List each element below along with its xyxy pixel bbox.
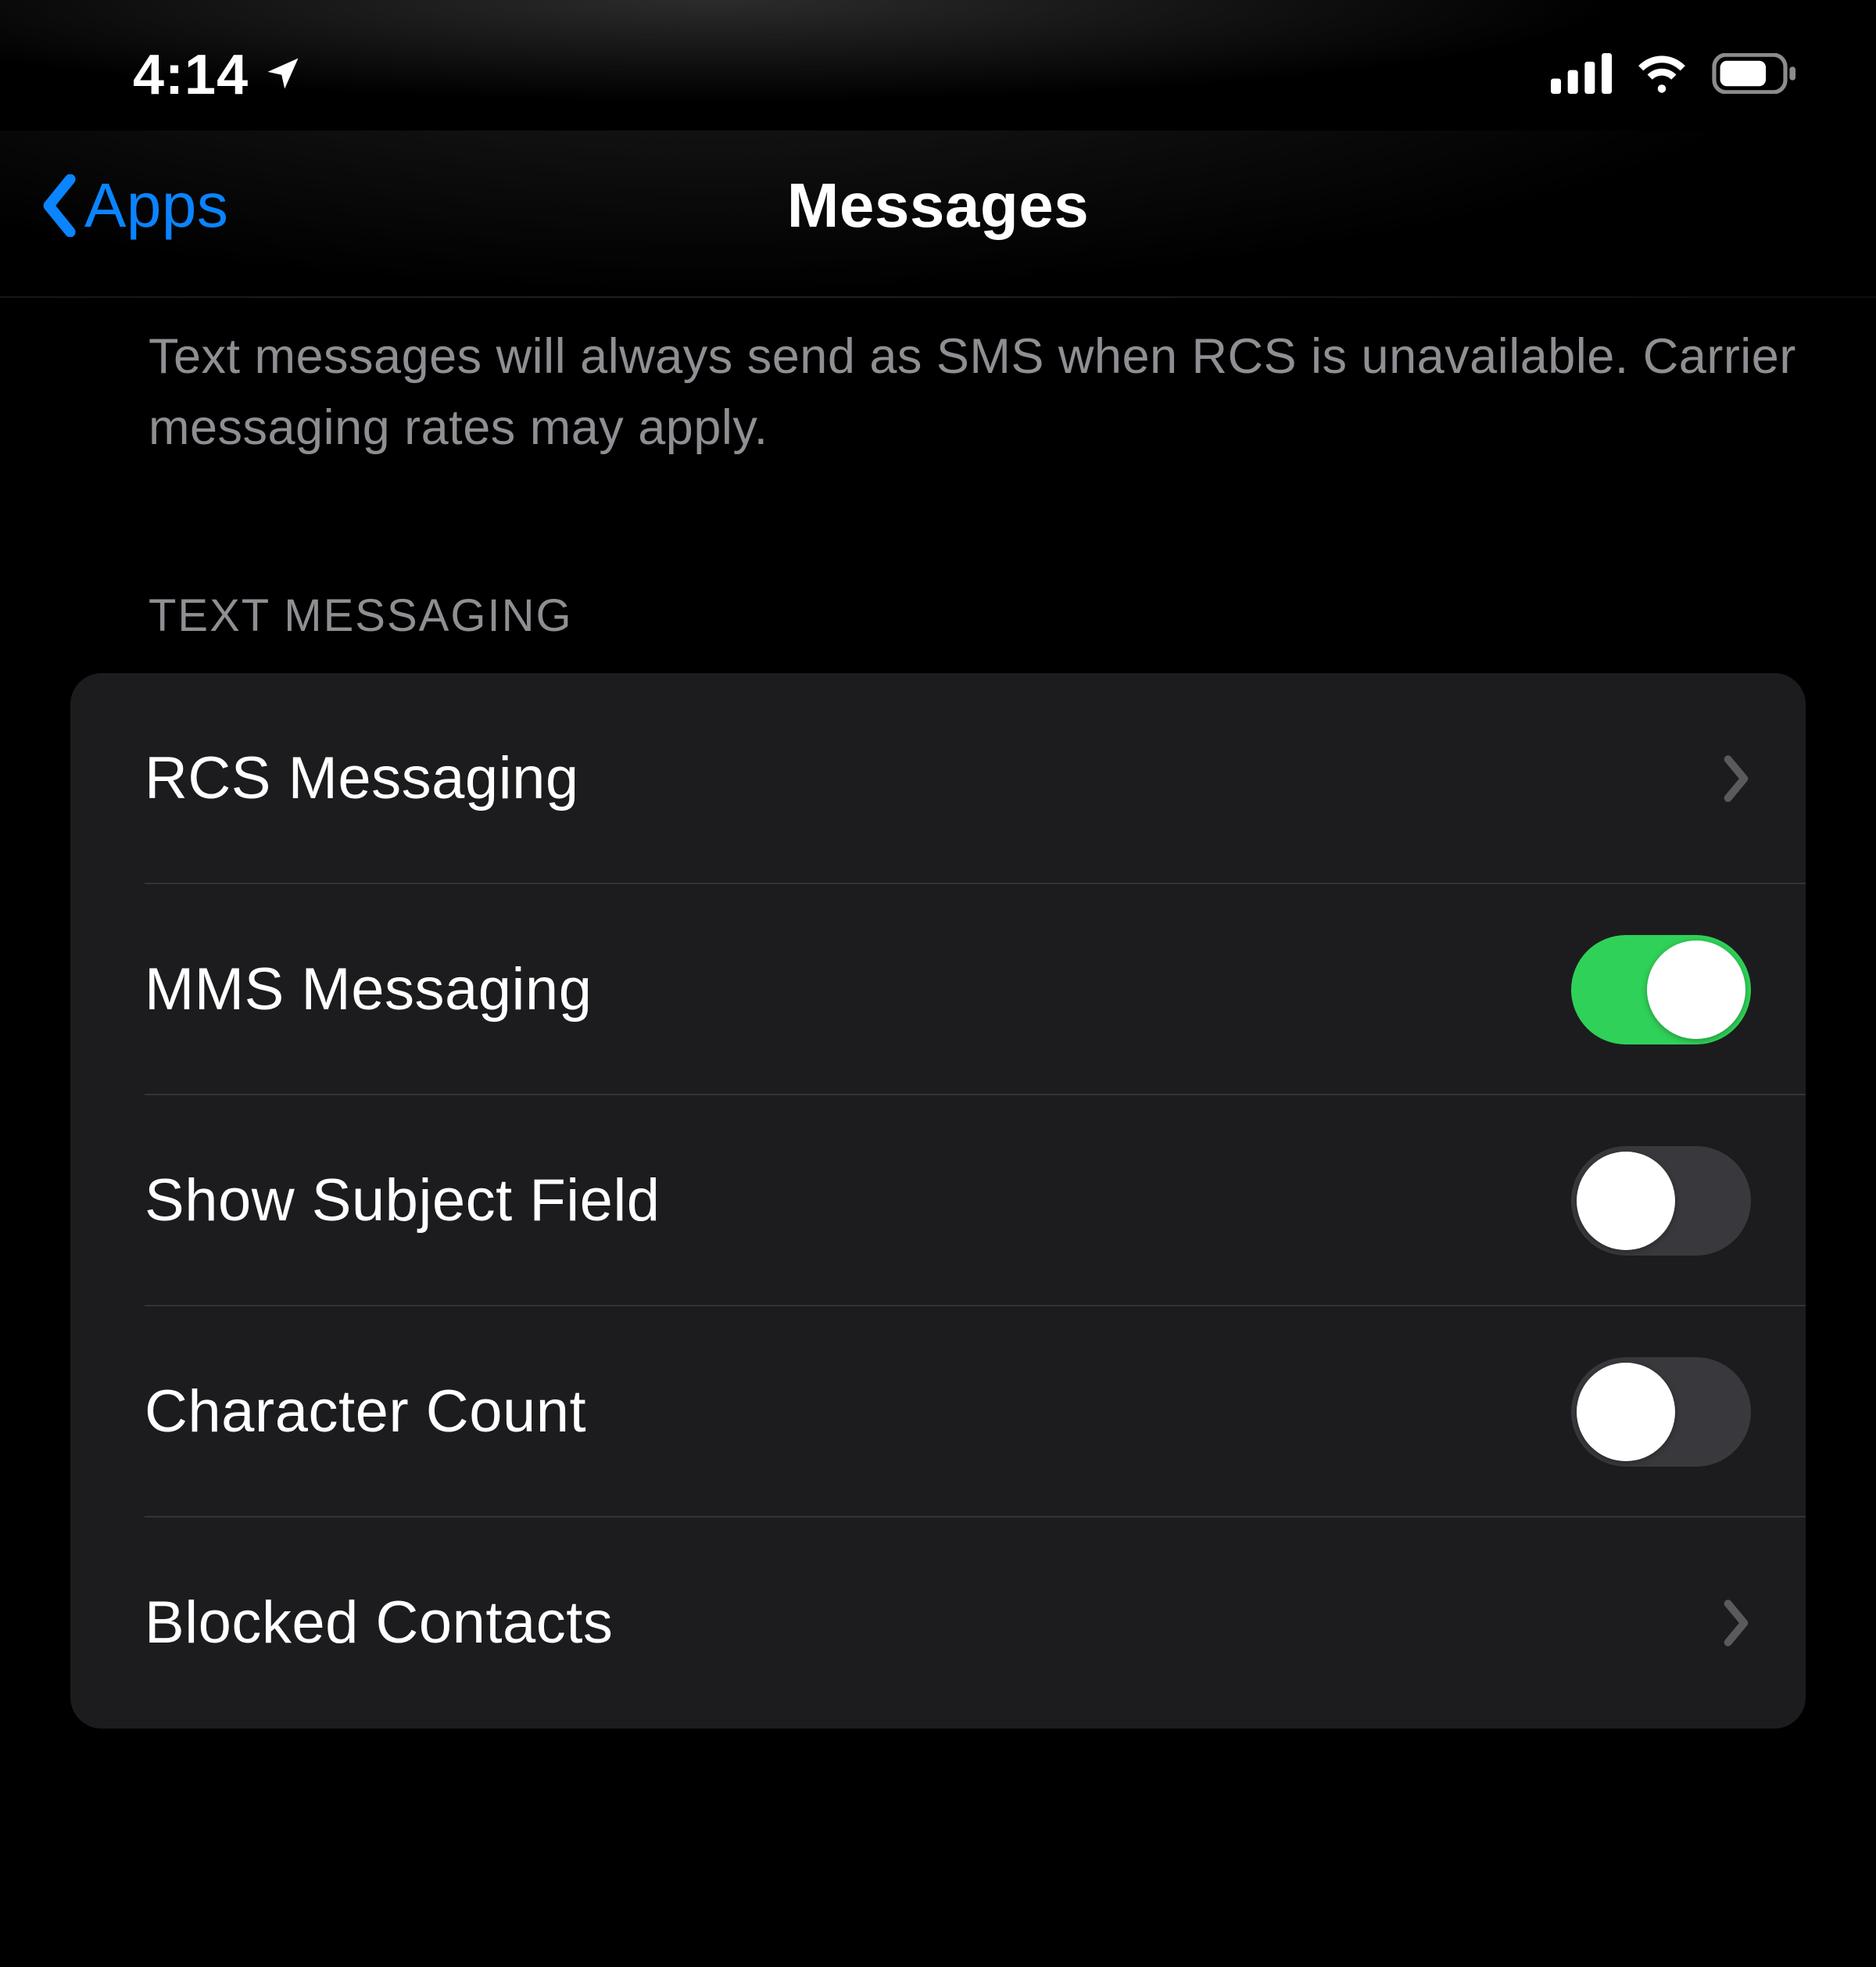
row-show-subject-field[interactable]: Show Subject Field: [70, 1095, 1806, 1306]
row-label: Blocked Contacts: [145, 1589, 613, 1657]
chevron-right-icon: [1721, 754, 1751, 803]
toggle-knob: [1647, 941, 1745, 1039]
battery-icon: [1712, 53, 1798, 98]
row-rcs-messaging[interactable]: RCS Messaging: [70, 673, 1806, 884]
back-label: Apps: [84, 170, 228, 242]
cellular-icon: [1551, 53, 1612, 98]
settings-group: RCS Messaging MMS Messaging Show Subject…: [70, 673, 1806, 1729]
section-description: Text messages will always send as SMS wh…: [0, 298, 1876, 464]
row-mms-messaging[interactable]: MMS Messaging: [70, 884, 1806, 1095]
location-icon: [263, 43, 303, 107]
section-header: TEXT MESSAGING: [0, 464, 1876, 673]
back-button[interactable]: Apps: [39, 170, 228, 242]
status-bar: 4:14: [0, 0, 1876, 131]
row-character-count[interactable]: Character Count: [70, 1306, 1806, 1517]
wifi-icon: [1634, 53, 1690, 98]
toggle-knob: [1577, 1152, 1675, 1250]
chevron-right-icon: [1721, 1599, 1751, 1647]
status-time: 4:14: [133, 43, 249, 107]
row-label: Character Count: [145, 1378, 586, 1446]
page-title: Messages: [0, 170, 1876, 242]
status-right: [1551, 53, 1798, 98]
character-count-toggle[interactable]: [1571, 1357, 1751, 1467]
chevron-left-icon: [39, 174, 78, 237]
row-label: MMS Messaging: [145, 955, 592, 1023]
row-blocked-contacts[interactable]: Blocked Contacts: [70, 1517, 1806, 1729]
status-left: 4:14: [133, 43, 303, 107]
toggle-knob: [1577, 1363, 1675, 1461]
mms-messaging-toggle[interactable]: [1571, 935, 1751, 1044]
show-subject-field-toggle[interactable]: [1571, 1146, 1751, 1256]
nav-bar: Apps Messages: [0, 131, 1876, 298]
row-label: Show Subject Field: [145, 1166, 661, 1234]
row-label: RCS Messaging: [145, 744, 579, 812]
